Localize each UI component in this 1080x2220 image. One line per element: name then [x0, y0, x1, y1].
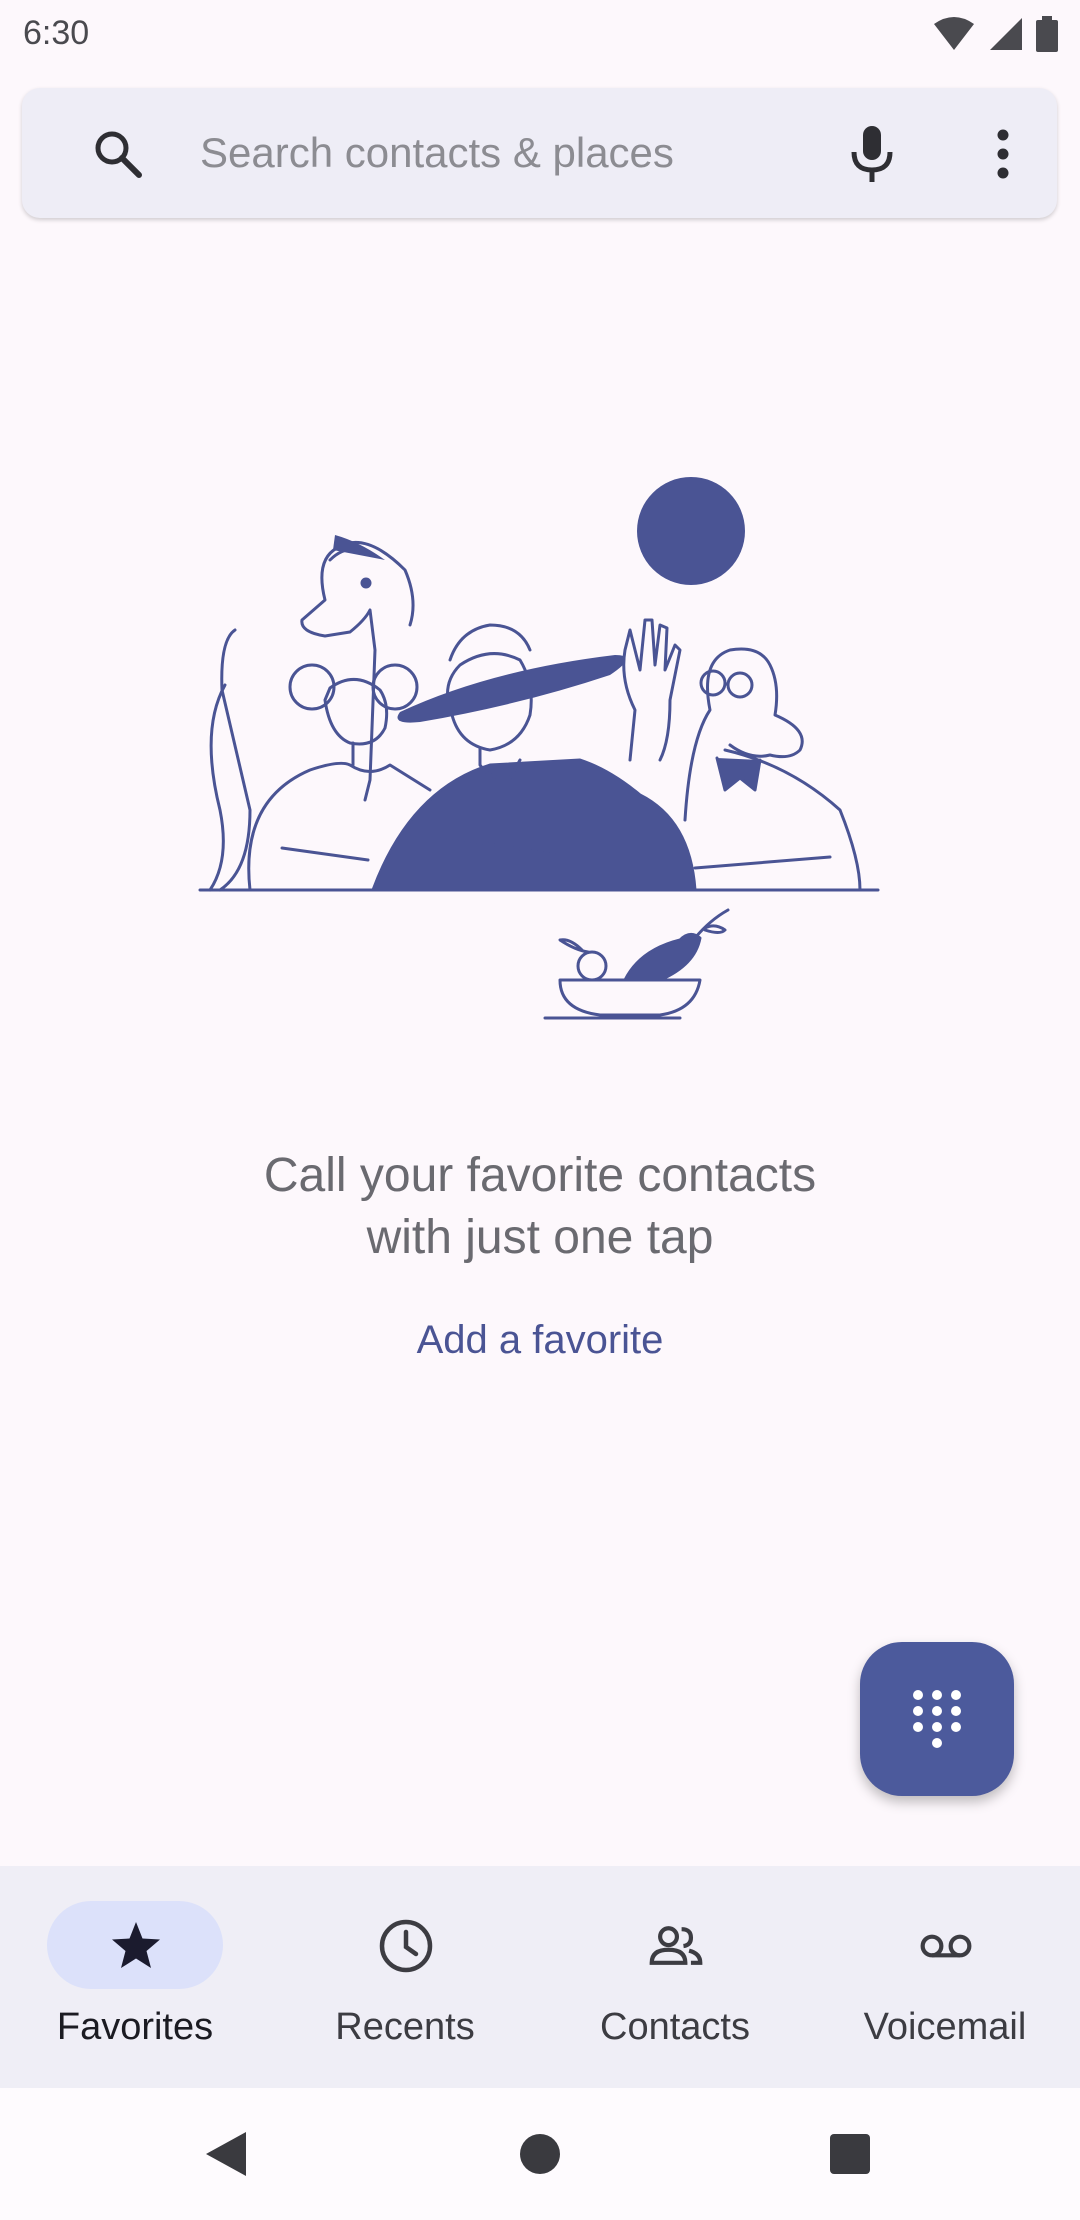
bottom-navigation: Favorites Recents Contacts Voicemail [0, 1866, 1080, 2088]
nav-tab-contacts[interactable]: Contacts [540, 1866, 810, 2088]
empty-state-message: Call your favorite contacts with just on… [263, 1149, 817, 1264]
search-bar[interactable] [22, 88, 1057, 218]
nav-tab-recents[interactable]: Recents [270, 1866, 540, 2088]
back-icon[interactable] [202, 2130, 248, 2178]
recent-apps-icon[interactable] [828, 2132, 872, 2176]
wifi-icon [934, 17, 974, 50]
favorites-empty-illustration [198, 477, 880, 1020]
nav-label-recents: Recents [335, 2006, 475, 2048]
battery-icon [1036, 16, 1058, 52]
search-icon[interactable] [92, 128, 144, 180]
voicemail-icon [920, 1934, 972, 1958]
mic-icon[interactable] [844, 124, 900, 184]
status-bar: 6:30 [0, 0, 1080, 68]
status-time: 6:30 [23, 14, 90, 52]
star-icon [112, 1922, 160, 1968]
nav-tab-voicemail[interactable]: Voicemail [810, 1866, 1080, 2088]
people-icon [649, 1926, 703, 1965]
nav-tab-favorites[interactable]: Favorites [0, 1866, 270, 2088]
status-icons [932, 14, 1058, 54]
home-icon[interactable] [518, 2132, 562, 2176]
nav-label-contacts: Contacts [600, 2006, 750, 2048]
search-input[interactable] [198, 122, 802, 184]
nav-label-voicemail: Voicemail [863, 2006, 1027, 2048]
dialpad-icon [913, 1690, 961, 1748]
dialpad-fab[interactable] [860, 1642, 1014, 1796]
add-favorite-button[interactable]: Add a favorite [340, 1318, 740, 1378]
more-options-icon[interactable] [979, 128, 1027, 180]
clock-icon [379, 1919, 433, 1973]
nav-label-favorites: Favorites [56, 2006, 214, 2048]
cell-signal-icon [990, 18, 1022, 50]
phone-app-screen: 6:30 Search contacts & places Call your … [0, 0, 1080, 2220]
system-navigation-bar [0, 2088, 1080, 2220]
